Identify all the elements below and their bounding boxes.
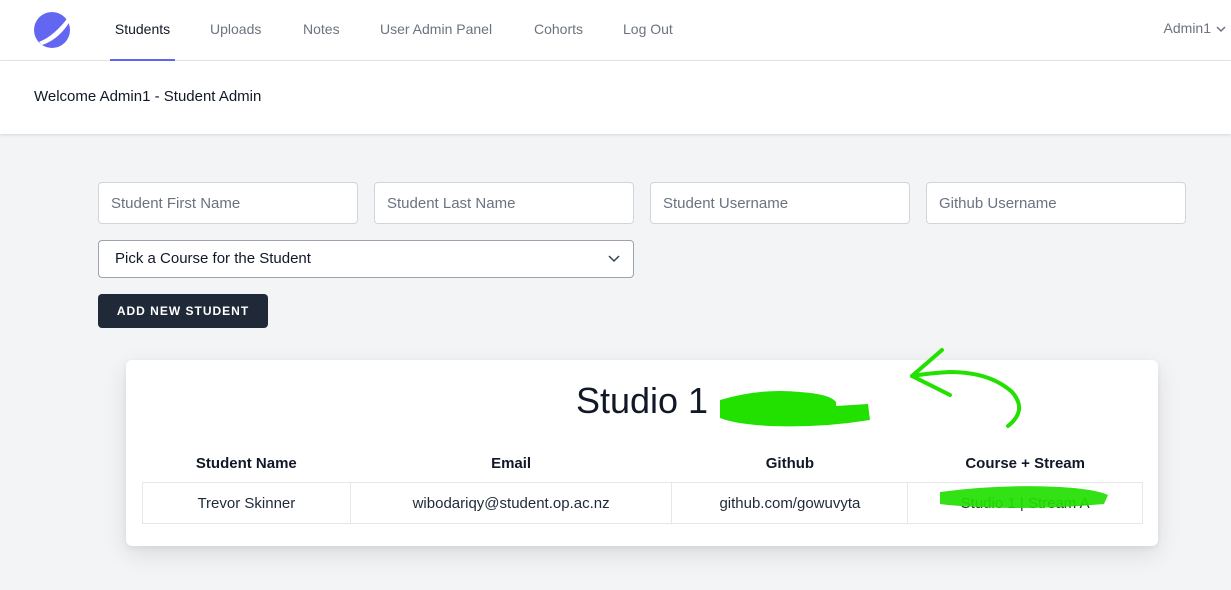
github-cell: github.com/gowuvyta [671,482,909,524]
nav-notes[interactable]: Notes [303,0,340,61]
email-cell: wibodariqy@student.op.ac.nz [349,482,673,524]
last-name-input[interactable] [374,182,634,224]
course-select[interactable]: Pick a Course for the Student [98,240,634,278]
welcome-text: Welcome Admin1 - Student Admin [34,88,262,105]
user-menu[interactable]: Admin1 [1164,0,1231,58]
card-title: Studio 1 [575,380,709,421]
chevron-down-icon [608,255,620,263]
nav-cohorts[interactable]: Cohorts [534,0,583,61]
github-username-input[interactable] [926,182,1186,224]
student-name-cell: Trevor Skinner [142,482,351,524]
add-new-student-button[interactable]: ADD NEW STUDENT [98,294,268,328]
first-name-input[interactable] [98,182,358,224]
course-stream-cell: Studio 1 | Stream A [907,482,1143,524]
course-select-value: Pick a Course for the Student [115,250,311,267]
chevron-down-icon [1216,26,1226,33]
table-row[interactable]: Trevor Skinner wibodariqy@student.op.ac.… [142,482,1143,524]
nav-log-out[interactable]: Log Out [623,0,673,61]
user-name: Admin1 [1163,20,1211,36]
students-table: Student Name Email Github Course + Strea… [142,444,1143,524]
cohort-card: Studio 1 Student Name Email Github Cours… [126,360,1158,546]
column-header: Email [491,454,532,472]
top-nav: Students Uploads Notes User Admin Panel … [0,0,1231,61]
column-header: Github [765,454,815,472]
logo-icon[interactable] [33,11,71,49]
page-header: Welcome Admin1 - Student Admin [0,61,1231,134]
table-header-row: Student Name Email Github Course + Strea… [143,444,1143,483]
nav-uploads[interactable]: Uploads [210,0,261,61]
nav-user-admin-panel[interactable]: User Admin Panel [380,0,492,61]
username-input[interactable] [650,182,910,224]
nav-students[interactable]: Students [110,0,175,61]
column-header: Course + Stream [965,454,1085,472]
column-header: Student Name [195,454,297,472]
